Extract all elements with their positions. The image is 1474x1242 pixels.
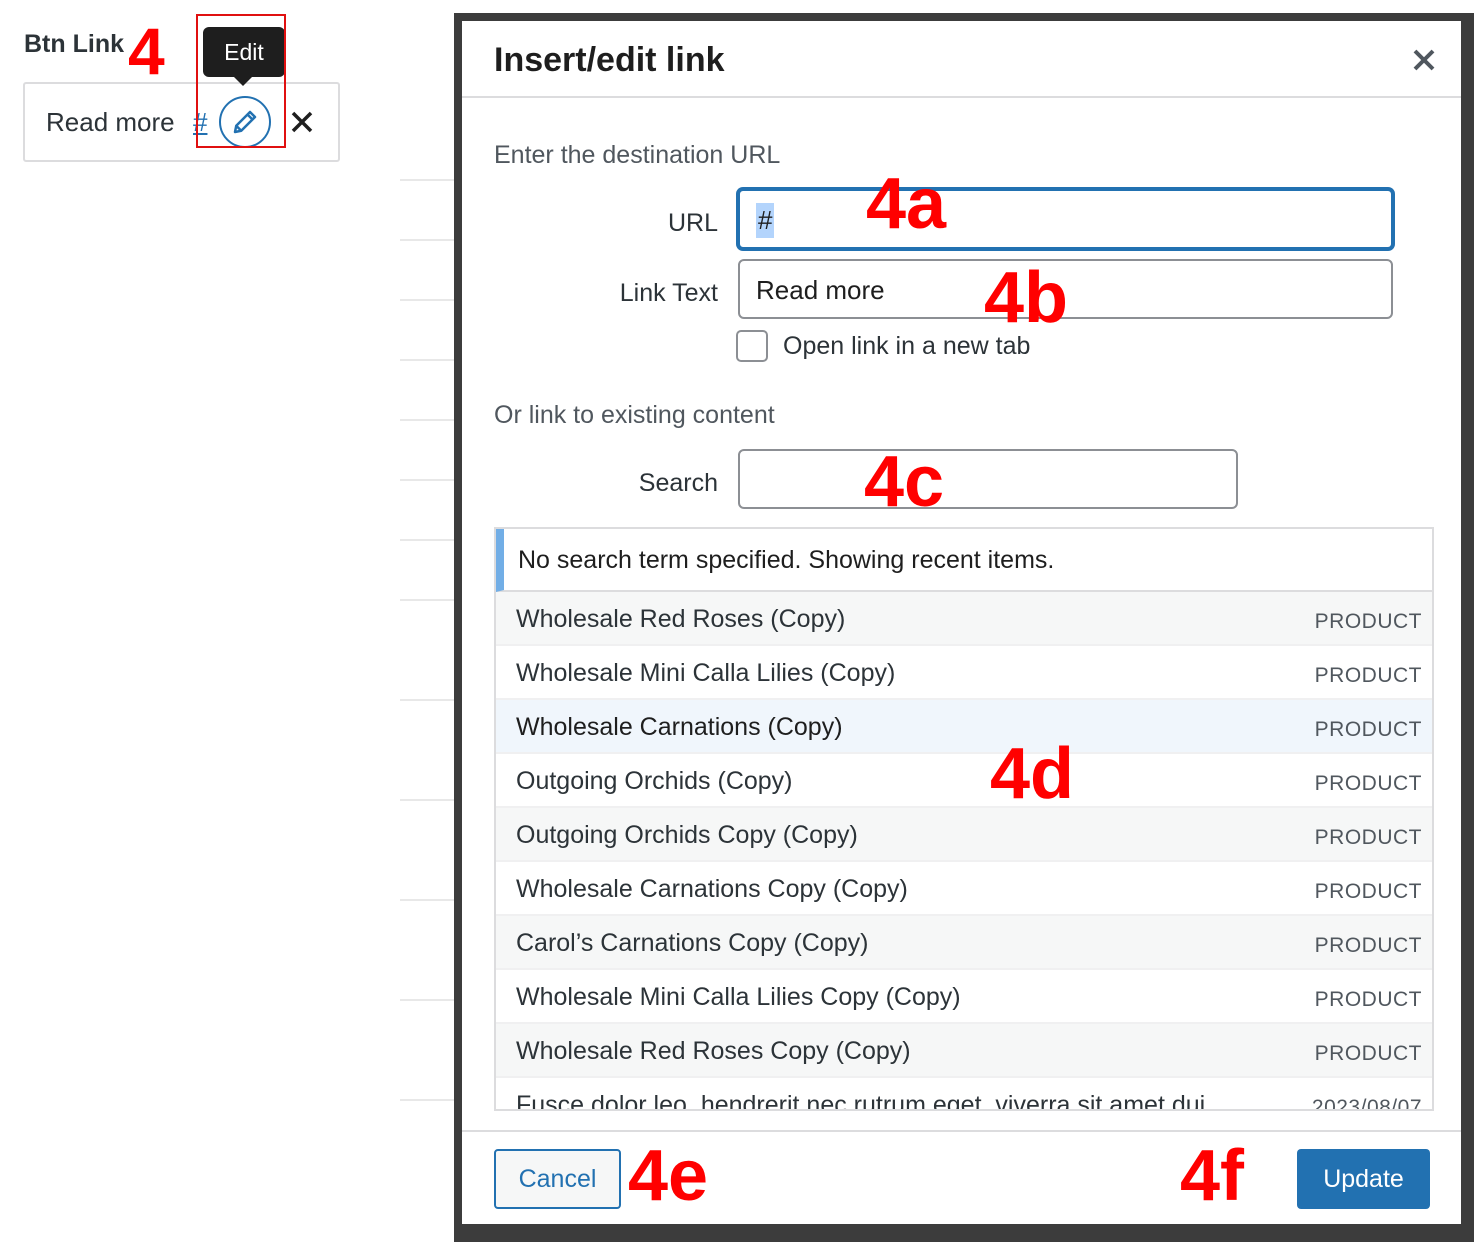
annotation-4b: 4b	[984, 258, 1069, 338]
dialog-close-button[interactable]	[1407, 43, 1441, 77]
result-title: Wholesale Mini Calla Lilies (Copy)	[516, 659, 896, 687]
annotation-4d: 4d	[990, 734, 1075, 814]
result-row[interactable]: Fusce dolor leo, hendrerit nec rutrum eg…	[496, 1078, 1432, 1111]
result-title: Fusce dolor leo, hendrerit nec rutrum eg…	[516, 1091, 1206, 1111]
result-title: Wholesale Red Roses (Copy)	[516, 605, 846, 633]
dialog-header: Insert/edit link	[462, 21, 1461, 98]
update-button[interactable]: Update	[1297, 1149, 1430, 1209]
annotation-4a: 4a	[866, 164, 947, 244]
remove-link-button[interactable]	[287, 104, 317, 140]
close-icon	[291, 111, 313, 133]
link-preview: Read more #	[23, 82, 340, 162]
result-row[interactable]: Wholesale Red Roses Copy (Copy) PRODUCT	[496, 1024, 1432, 1078]
search-label: Search	[638, 469, 718, 497]
result-row[interactable]: Outgoing Orchids Copy (Copy) PRODUCT	[496, 808, 1432, 862]
results-notice: No search term specified. Showing recent…	[496, 529, 1432, 592]
new-tab-checkbox[interactable]	[736, 330, 768, 362]
result-title: Wholesale Mini Calla Lilies Copy (Copy)	[516, 983, 961, 1011]
annotation-highlight-box	[196, 14, 286, 148]
existing-content-heading: Or link to existing content	[494, 401, 775, 429]
results-notice-text: No search term specified. Showing recent…	[518, 546, 1055, 574]
result-title: Outgoing Orchids Copy (Copy)	[516, 821, 858, 849]
annotation-4: 4	[128, 14, 165, 88]
dialog-title: Insert/edit link	[494, 41, 725, 79]
field-label: Btn Link	[24, 30, 124, 58]
cancel-button[interactable]: Cancel	[494, 1149, 621, 1209]
search-results[interactable]: No search term specified. Showing recent…	[494, 527, 1434, 1111]
result-type: PRODUCT	[1314, 988, 1422, 1011]
result-type: PRODUCT	[1314, 718, 1422, 741]
close-icon	[1413, 49, 1435, 71]
destination-heading: Enter the destination URL	[494, 141, 781, 169]
result-type: PRODUCT	[1314, 772, 1422, 795]
dialog-footer: Cancel Update	[462, 1130, 1461, 1224]
result-title: Outgoing Orchids (Copy)	[516, 767, 793, 795]
link-text-label: Link Text	[619, 279, 718, 307]
url-label: URL	[667, 209, 718, 237]
result-title: Wholesale Carnations (Copy)	[516, 713, 843, 741]
result-type: PRODUCT	[1314, 664, 1422, 687]
result-type: PRODUCT	[1314, 610, 1422, 633]
annotation-4e: 4e	[628, 1136, 709, 1216]
insert-edit-link-dialog: Insert/edit link Enter the destination U…	[462, 21, 1461, 1224]
annotation-4c: 4c	[864, 442, 945, 522]
result-title: Wholesale Red Roses Copy (Copy)	[516, 1037, 911, 1065]
result-type: PRODUCT	[1314, 934, 1422, 957]
background-lines	[400, 179, 454, 1101]
url-value: #	[756, 203, 775, 238]
result-type: PRODUCT	[1314, 826, 1422, 849]
result-row[interactable]: Outgoing Orchids (Copy) PRODUCT	[496, 754, 1432, 808]
result-row[interactable]: Wholesale Carnations (Copy) PRODUCT	[496, 700, 1432, 754]
result-row[interactable]: Carol’s Carnations Copy (Copy) PRODUCT	[496, 916, 1432, 970]
result-title: Carol’s Carnations Copy (Copy)	[516, 929, 869, 957]
result-type: 2023/08/07	[1311, 1096, 1422, 1111]
result-row[interactable]: Wholesale Red Roses (Copy) PRODUCT	[496, 592, 1432, 646]
link-text-value: Read more	[756, 275, 885, 305]
url-input[interactable]: #	[737, 188, 1394, 250]
annotation-4f: 4f	[1180, 1136, 1245, 1216]
result-row[interactable]: Wholesale Carnations Copy (Copy) PRODUCT	[496, 862, 1432, 916]
result-type: PRODUCT	[1314, 880, 1422, 903]
link-preview-text: Read more	[46, 107, 175, 137]
result-row[interactable]: Wholesale Mini Calla Lilies (Copy) PRODU…	[496, 646, 1432, 700]
result-type: PRODUCT	[1314, 1042, 1422, 1065]
result-row[interactable]: Wholesale Mini Calla Lilies Copy (Copy) …	[496, 970, 1432, 1024]
result-title: Wholesale Carnations Copy (Copy)	[516, 875, 908, 903]
search-input[interactable]	[738, 449, 1238, 509]
